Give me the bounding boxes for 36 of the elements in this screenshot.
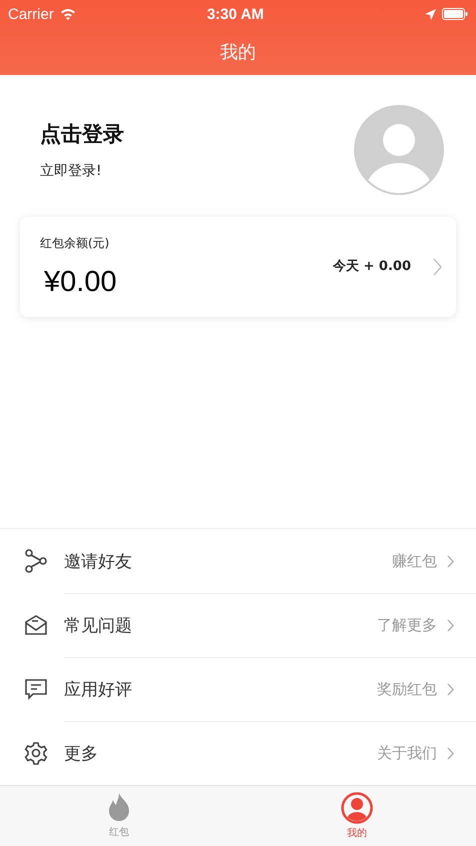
wifi-icon: [60, 8, 76, 20]
today-earnings: 今天 + 0.00: [332, 258, 411, 275]
mail-icon: [24, 613, 48, 637]
login-title[interactable]: 点击登录: [40, 120, 354, 148]
menu-detail: 奖励红包: [377, 680, 437, 698]
menu-item[interactable]: 邀请好友 赚红包: [0, 529, 476, 593]
login-subtitle: 立即登录!: [40, 162, 103, 180]
chevron-icon: [447, 554, 454, 568]
menu-item[interactable]: 应用好评 奖励红包: [0, 657, 476, 721]
menu-item[interactable]: 更多 关于我们: [0, 721, 476, 785]
avatar-icon[interactable]: [354, 105, 444, 195]
menu-detail: 了解更多: [377, 616, 437, 634]
page-title: 我的: [220, 40, 256, 64]
menu-detail: 赚红包: [392, 552, 437, 570]
menu-label: 应用好评: [64, 678, 133, 700]
settings-icon: [24, 741, 48, 765]
location-icon: [425, 8, 436, 20]
menu-label: 邀请好友: [64, 550, 133, 572]
share-icon: [24, 549, 48, 573]
clock-time: 3:30 AM: [206, 6, 265, 22]
battery-icon: [442, 8, 468, 20]
menu-label: 常见问题: [64, 614, 133, 636]
chevron-icon: [447, 682, 454, 696]
chevron-icon: [447, 746, 454, 760]
balance-amount: ¥0.00: [43, 266, 118, 299]
menu-label: 更多: [64, 742, 99, 764]
chevron-icon: [433, 258, 442, 276]
menu-detail: 关于我们: [377, 744, 437, 762]
chevron-icon: [447, 618, 454, 632]
balance-card[interactable]: 红包余额(元) ¥0.00 今天 + 0.00: [20, 217, 456, 317]
user-icon: [341, 792, 373, 824]
balance-label: 红包余额(元): [40, 235, 110, 252]
menu-item[interactable]: 常见问题 了解更多: [0, 593, 476, 657]
comment-icon: [24, 677, 48, 701]
carrier-label: Carrier: [8, 6, 54, 22]
tab-item[interactable]: 我的: [238, 786, 476, 846]
